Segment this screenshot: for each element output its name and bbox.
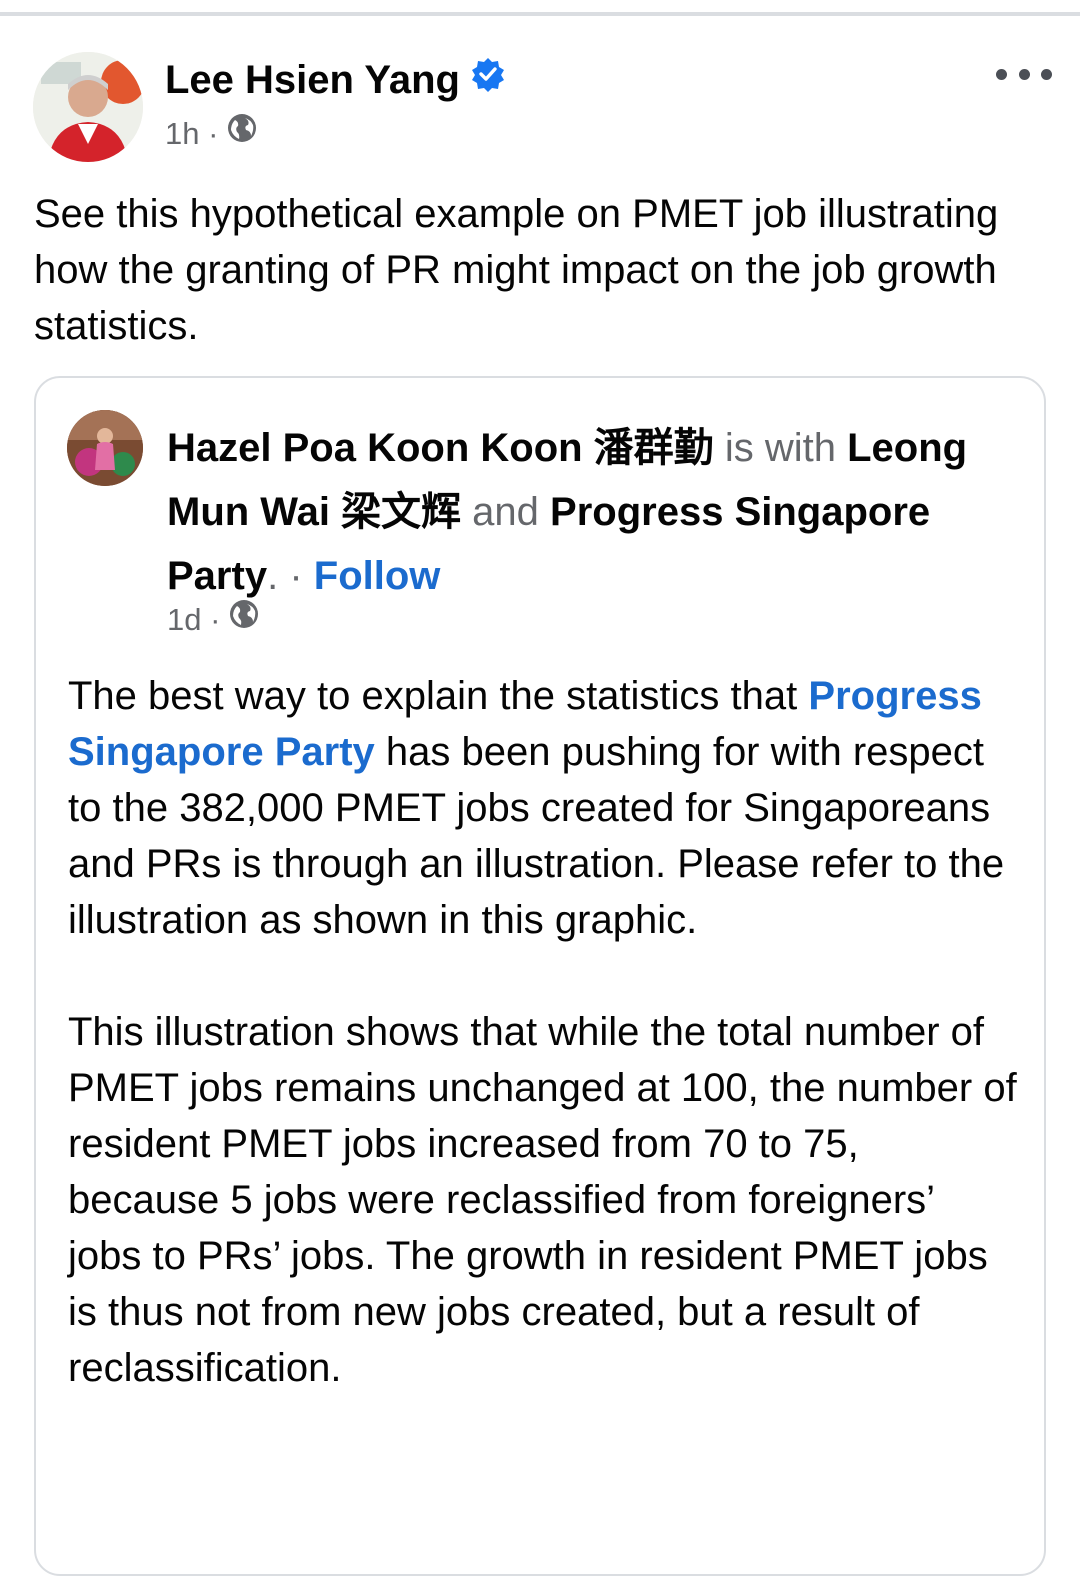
shared-post-card[interactable]: Hazel Poa Koon Koon 潘群勤 is with Leong Mu… <box>34 376 1046 1576</box>
shared-time[interactable]: 1d <box>167 602 201 637</box>
author-name[interactable]: Lee Hsien Yang <box>165 54 506 106</box>
author-name-text[interactable]: Lee Hsien Yang <box>165 58 460 102</box>
shared-body: The best way to explain the statistics t… <box>68 668 1018 1452</box>
globe-icon <box>228 598 260 640</box>
follow-separator: · <box>289 554 303 598</box>
meta-separator: · <box>208 116 219 151</box>
shared-header: Hazel Poa Koon Koon 潘群勤 is with Leong Mu… <box>167 416 1027 608</box>
shared-author-name[interactable]: Hazel Poa Koon Koon 潘群勤 <box>167 426 714 470</box>
verified-badge-icon <box>470 53 506 105</box>
more-dot <box>1018 68 1030 80</box>
post-header: Lee Hsien Yang 1h · <box>0 40 1080 180</box>
shared-paragraph-2: This illustration shows that while the t… <box>68 1010 1017 1390</box>
follow-button[interactable]: Follow <box>314 554 441 598</box>
post-meta: 1h · <box>165 112 258 154</box>
top-divider <box>0 12 1080 16</box>
shared-paragraph-1: The best way to explain the statistics t… <box>68 668 1018 948</box>
period: . <box>267 554 279 598</box>
para1-text: The best way to explain the statistics t… <box>68 674 798 718</box>
author-avatar[interactable] <box>33 52 143 162</box>
more-options-icon[interactable] <box>996 56 1052 92</box>
post-time[interactable]: 1h <box>165 116 199 151</box>
post-text: See this hypothetical example on PMET jo… <box>34 192 999 348</box>
and-text: and <box>472 490 539 534</box>
more-dot <box>996 68 1007 80</box>
shared-meta: 1d · <box>167 598 260 640</box>
shared-author-avatar[interactable] <box>67 410 143 486</box>
globe-icon <box>226 112 258 154</box>
meta-separator: · <box>210 602 221 637</box>
with-text: is with <box>724 426 836 470</box>
more-dot <box>1041 68 1052 80</box>
